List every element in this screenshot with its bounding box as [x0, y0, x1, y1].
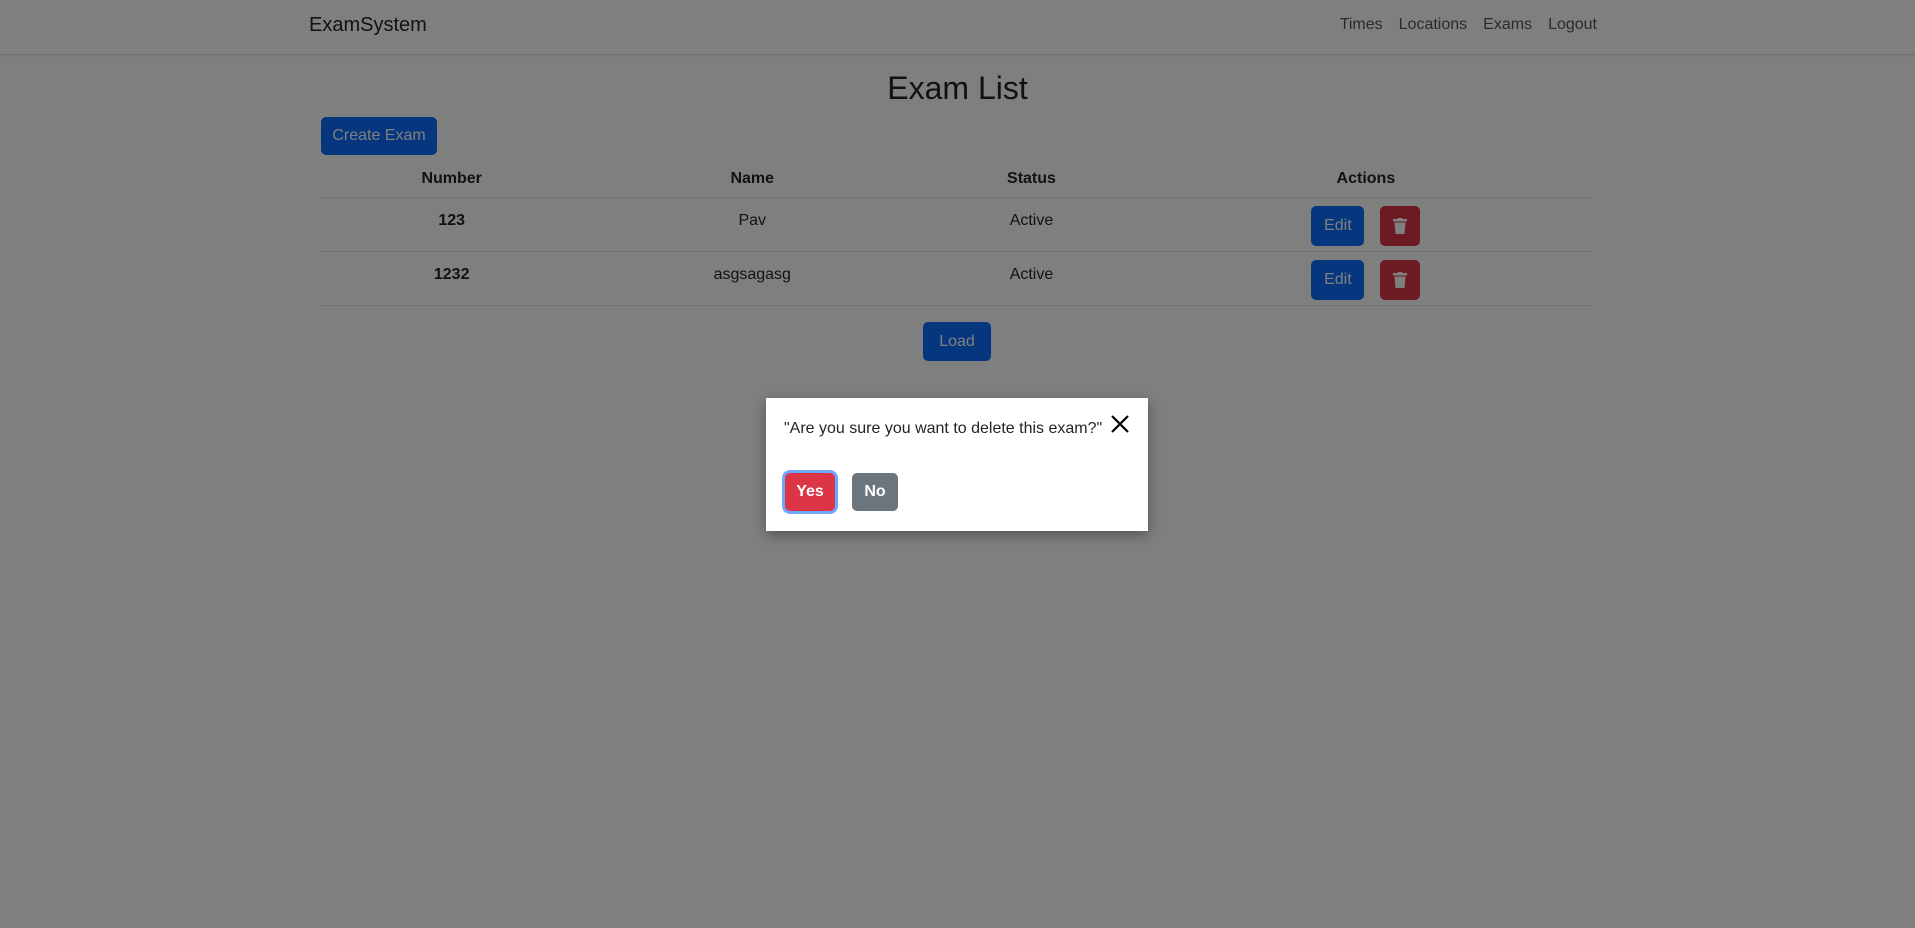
- dialog-message: "Are you sure you want to delete this ex…: [784, 420, 1103, 437]
- close-icon[interactable]: [1108, 412, 1132, 436]
- no-button[interactable]: No: [852, 473, 898, 511]
- confirm-delete-dialog: "Are you sure you want to delete this ex…: [766, 398, 1148, 531]
- yes-button[interactable]: Yes: [785, 473, 835, 511]
